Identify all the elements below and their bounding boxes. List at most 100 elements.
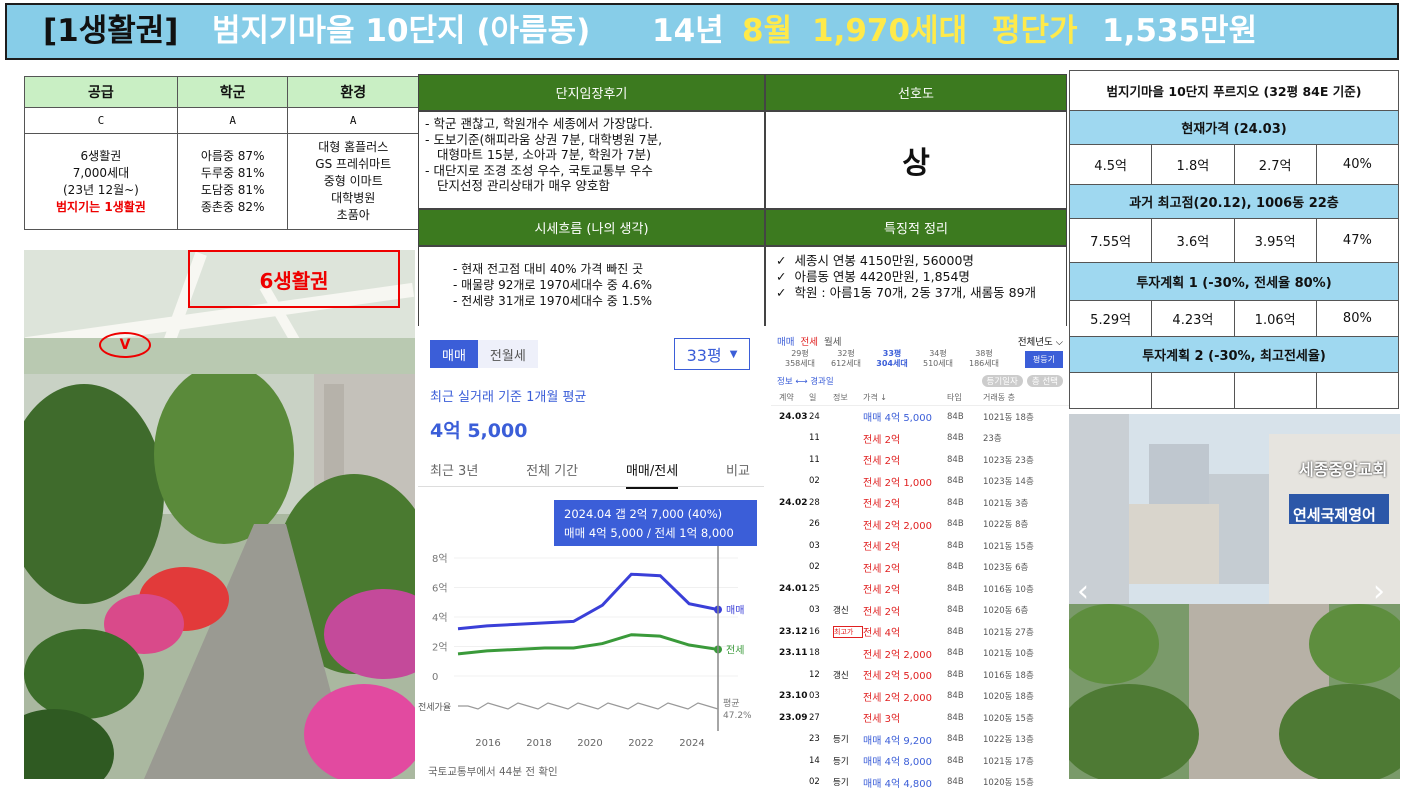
ratio-avg-label: 평균 xyxy=(723,698,740,709)
photo-street: 세종중앙교회 연세국제영어 ‹ › xyxy=(1069,414,1400,779)
year-filter[interactable]: 전체년도 ⌵ xyxy=(1018,334,1063,346)
deal-row[interactable]: 26전세 2억 2,00084B1022동 8층 xyxy=(771,514,1069,536)
y-tick-label: 4억 xyxy=(432,612,448,624)
price-chart: 02억4억6억8억20162018202020222024매매전세전세가율평균4… xyxy=(418,546,764,756)
size-option[interactable]: 34평510세대 xyxy=(915,349,961,369)
map[interactable]: 6생활권 V xyxy=(24,250,415,374)
deal-row[interactable]: 11전세 2억84B1023동 23층 xyxy=(771,449,1069,471)
photo-walkway xyxy=(24,374,415,779)
tab-compare[interactable]: 비교 xyxy=(726,460,750,489)
avg-caption: 최근 실거래 기준 1개월 평균 xyxy=(430,386,586,405)
review-content: - 학군 괜찮고, 학원개수 세종에서 가장많다. - 도보기준(해피라움 상권… xyxy=(418,111,765,209)
series-legend: 매매 xyxy=(726,605,744,617)
deal-row[interactable]: 23.0927전세 3억84B1020동 15층 xyxy=(771,707,1069,729)
deal-row[interactable]: 23.1216최고가전세 4억84B1021동 27층 xyxy=(771,621,1069,643)
deal-tab-rent[interactable]: 전세 xyxy=(800,334,817,346)
header-env: 환경 xyxy=(288,77,419,108)
deal-col-header: 정보 xyxy=(833,392,863,403)
preference-header: 선호도 xyxy=(765,74,1067,111)
y-tick-label: 0 xyxy=(432,672,438,683)
map-region-label: 6생활권 xyxy=(188,250,400,308)
title-year: 14년 xyxy=(652,11,724,51)
deal-row[interactable]: 24.0324매매 4억 5,00084B1021동 18층 xyxy=(771,406,1069,428)
deal-row[interactable]: 03전세 2억84B1021동 15층 xyxy=(771,535,1069,557)
plan1-label: 투자계획 1 (-30%, 전세율 80%) xyxy=(1070,263,1399,301)
title-region: [1생활권] xyxy=(43,11,178,51)
chart-tooltip: 2024.04 갭 2억 7,000 (40%) 매매 4억 5,000 / 전… xyxy=(554,500,757,546)
deal-tab-monthly[interactable]: 월세 xyxy=(824,334,841,346)
header-supply: 공급 xyxy=(25,77,178,108)
map-marker[interactable]: V xyxy=(99,332,151,358)
size-select[interactable]: 33평▼ xyxy=(674,338,750,370)
ratio-label: 전세가율 xyxy=(418,702,451,713)
deal-row[interactable]: 23등기매매 4억 9,20084B1022동 13층 xyxy=(771,729,1069,751)
title-price: 1,535만원 xyxy=(1102,11,1257,51)
floor-button[interactable]: 층 선택 xyxy=(1027,375,1063,387)
current-label: 현재가격 (24.03) xyxy=(1070,111,1399,145)
deal-row[interactable]: 24.0125전세 2억84B1016동 10층 xyxy=(771,578,1069,600)
deal-rows: 24.0324매매 4억 5,00084B1021동 18층11전세 2억84B… xyxy=(771,406,1069,793)
deal-col-header: 타입 xyxy=(947,392,983,403)
title-price-label: 평단가 xyxy=(992,11,1078,51)
x-tick-label: 2016 xyxy=(475,738,500,749)
deal-row[interactable]: 23.1003전세 2억 2,00084B1020동 18층 xyxy=(771,686,1069,708)
grade-env: A xyxy=(288,108,419,134)
x-tick-label: 2018 xyxy=(526,738,551,749)
deal-col-header: 가격 ↓ xyxy=(863,392,947,403)
tab-rent[interactable]: 전월세 xyxy=(478,340,538,368)
features-header: 특징적 정리 xyxy=(765,209,1067,246)
deal-list: 매매 전세 월세 전체년도 ⌵ 29평358세대32평612세대33평304세대… xyxy=(771,330,1069,782)
church-sign: 세종중앙교회 xyxy=(1299,456,1387,480)
preference-value: 상 xyxy=(765,111,1067,209)
y-tick-label: 8억 xyxy=(432,553,448,565)
chevron-down-icon: ▼ xyxy=(730,349,738,360)
deal-row[interactable]: 11전세 2억84B23층 xyxy=(771,428,1069,450)
complex-title: 범지기마을 10단지 푸르지오 (32평 84E 기준) xyxy=(1070,71,1399,111)
tab-sale-rent[interactable]: 매매/전세 xyxy=(626,460,678,489)
series-line-1 xyxy=(458,635,718,654)
school-detail: 아름중 87% 두루중 81% 도담중 81% 종촌중 82% xyxy=(177,134,288,230)
walkway-illustration xyxy=(24,374,415,779)
deal-row[interactable]: 12갱신전세 2억 5,00084B1016동 18층 xyxy=(771,664,1069,686)
deal-row[interactable]: 23.1118전세 2억 2,00084B1021동 10층 xyxy=(771,643,1069,665)
tab-all[interactable]: 전체 기간 xyxy=(526,460,578,489)
flow-content: - 현재 전고점 대비 40% 가격 빠진 곳 - 매물량 92개로 1970세… xyxy=(418,246,765,326)
y-tick-label: 6억 xyxy=(432,583,448,595)
academy-sign: 연세국제영어 xyxy=(1293,504,1376,525)
env-detail: 대형 홈플러스 GS 프레쉬마트 중형 이마트 대학병원 초품아 xyxy=(288,134,419,230)
deal-row[interactable]: 03갱신전세 2억84B1020동 6층 xyxy=(771,600,1069,622)
series-line-0 xyxy=(458,574,718,629)
title-month: 8월 xyxy=(742,11,792,51)
next-arrow-icon[interactable]: › xyxy=(1373,574,1385,609)
flow-header: 시세흐름 (나의 생각) xyxy=(418,209,765,246)
title-bar: [1생활권] 범지기마을 10단지 (아름동) 14년 8월 1,970세대 평… xyxy=(5,3,1399,60)
deal-col-header: 거래동 층 xyxy=(983,392,1053,403)
deal-row[interactable]: 02전세 2억 1,00084B1023동 14층 xyxy=(771,471,1069,493)
title-complex: 범지기마을 10단지 (아름동) xyxy=(212,11,590,51)
size-option[interactable]: 38평186세대 xyxy=(961,349,1007,369)
size-option[interactable]: 33평304세대 xyxy=(869,349,915,369)
avg-price: 4억 5,000 xyxy=(430,416,527,443)
size-option[interactable]: 29평358세대 xyxy=(777,349,823,369)
peak-label: 과거 최고점(20.12), 1006동 22층 xyxy=(1070,185,1399,219)
ratio-line xyxy=(458,703,718,709)
tab-sale[interactable]: 매매 xyxy=(430,340,478,368)
source-note: 국토교통부에서 44분 전 확인 xyxy=(428,764,558,779)
supply-detail: 6생활권 7,000세대 (23년 12월~) 범지기는 1생활권 xyxy=(25,134,178,230)
deal-row[interactable]: 14등기매매 4억 8,00084B1021동 17층 xyxy=(771,750,1069,772)
price-widget: 매매 전월세 33평▼ 최근 실거래 기준 1개월 평균 4억 5,000 최근… xyxy=(418,326,764,781)
deal-type-toggle: 매매 전월세 xyxy=(430,340,538,368)
deal-row[interactable]: 02전세 2억84B1023동 6층 xyxy=(771,557,1069,579)
deal-row[interactable]: 02등기매매 4억 4,80084B1020동 15층 xyxy=(771,772,1069,793)
tab-3y[interactable]: 최근 3년 xyxy=(430,460,478,489)
title-households: 1,970세대 xyxy=(812,11,967,51)
deal-row[interactable]: 24.0228전세 2억84B1021동 3층 xyxy=(771,492,1069,514)
prev-arrow-icon[interactable]: ‹ xyxy=(1077,574,1089,609)
size-option[interactable]: 32평612세대 xyxy=(823,349,869,369)
dong-button[interactable]: 평등기 xyxy=(1025,351,1063,368)
header-school: 학군 xyxy=(177,77,288,108)
grade-supply: C xyxy=(25,108,178,134)
info-toggle[interactable]: 정보 ⟷ 경과일 xyxy=(777,375,834,387)
deal-tab-sale[interactable]: 매매 xyxy=(777,334,794,346)
reg-date-button[interactable]: 등기일자 xyxy=(982,375,1023,387)
